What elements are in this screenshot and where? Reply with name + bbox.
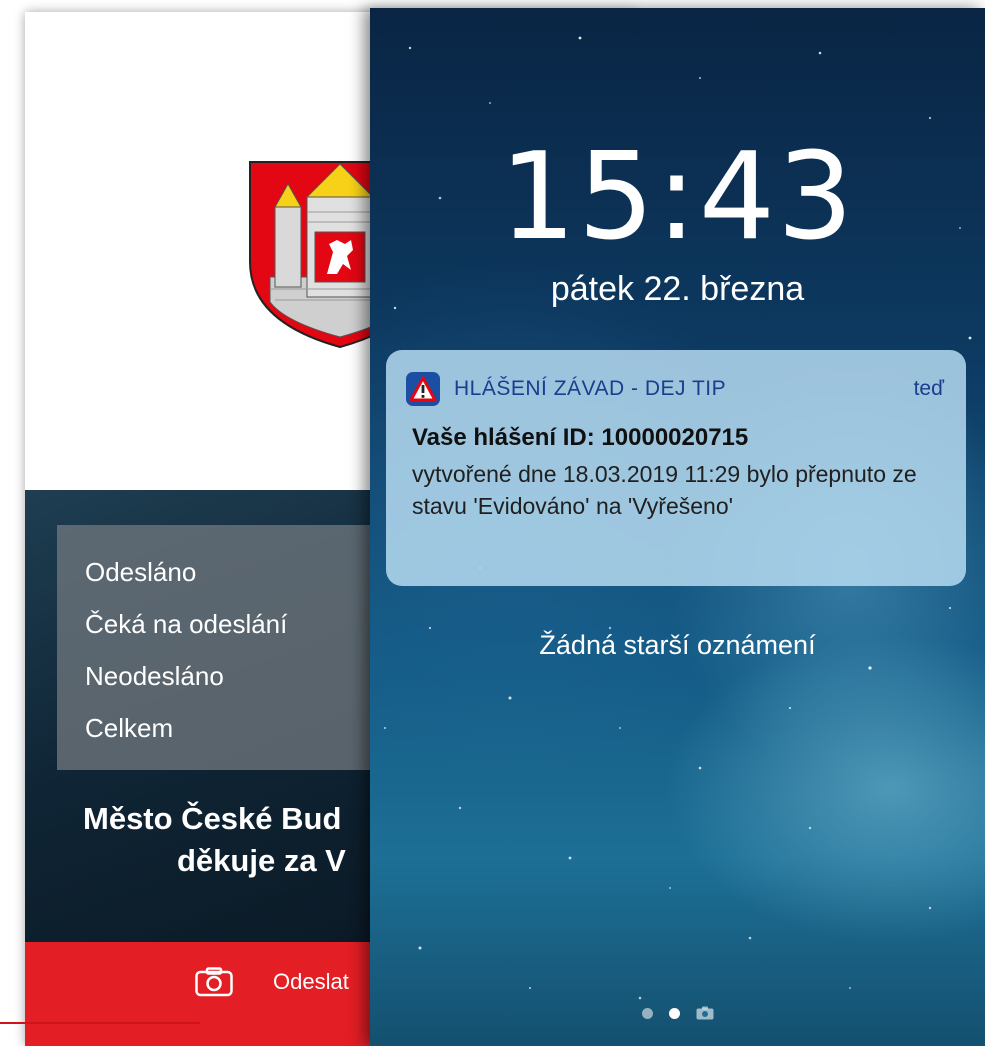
notification-time: teď: [913, 377, 944, 400]
notification-body: vytvořené dne 18.03.2019 11:29 bylo přep…: [412, 461, 917, 519]
camera-page-icon: [696, 1006, 713, 1020]
thanks-line-2: děkuje za V: [177, 843, 346, 878]
notification-app-name: HLÁŠENÍ ZÁVAD - DEJ TIP: [454, 377, 727, 400]
stat-waiting-label: Čeká na odeslání: [85, 609, 288, 639]
lock-date: pátek 22. března: [550, 270, 805, 308]
stat-unsent-label: Neodesláno: [85, 661, 224, 691]
warning-icon: [406, 372, 440, 406]
page-dot: [641, 1007, 653, 1019]
camera-icon: [195, 967, 233, 997]
no-older-notifications: Žádná starší oznámení: [539, 630, 816, 660]
send-button-label: Odeslat: [273, 969, 349, 994]
stat-total-label: Celkem: [85, 713, 174, 743]
thanks-line-1: Město České Bud: [83, 801, 342, 836]
notification-title: Vaše hlášení ID: 10000020715: [412, 424, 749, 451]
notification-header: HLÁŠENÍ ZÁVAD - DEJ TIP teď: [406, 372, 944, 406]
lock-screen: 15:43 pátek 22. března HLÁŠENÍ ZÁVAD - D…: [370, 8, 985, 1046]
red-divider-line: [0, 1022, 200, 1024]
page-dot-active: [668, 1007, 680, 1019]
lock-time: 15:43: [499, 128, 856, 267]
notification-card[interactable]: HLÁŠENÍ ZÁVAD - DEJ TIP teď Vaše hlášení…: [386, 350, 966, 586]
send-button[interactable]: Odeslat: [195, 962, 349, 1002]
stat-sent-label: Odesláno: [85, 557, 197, 587]
page-indicator: [370, 998, 985, 1028]
